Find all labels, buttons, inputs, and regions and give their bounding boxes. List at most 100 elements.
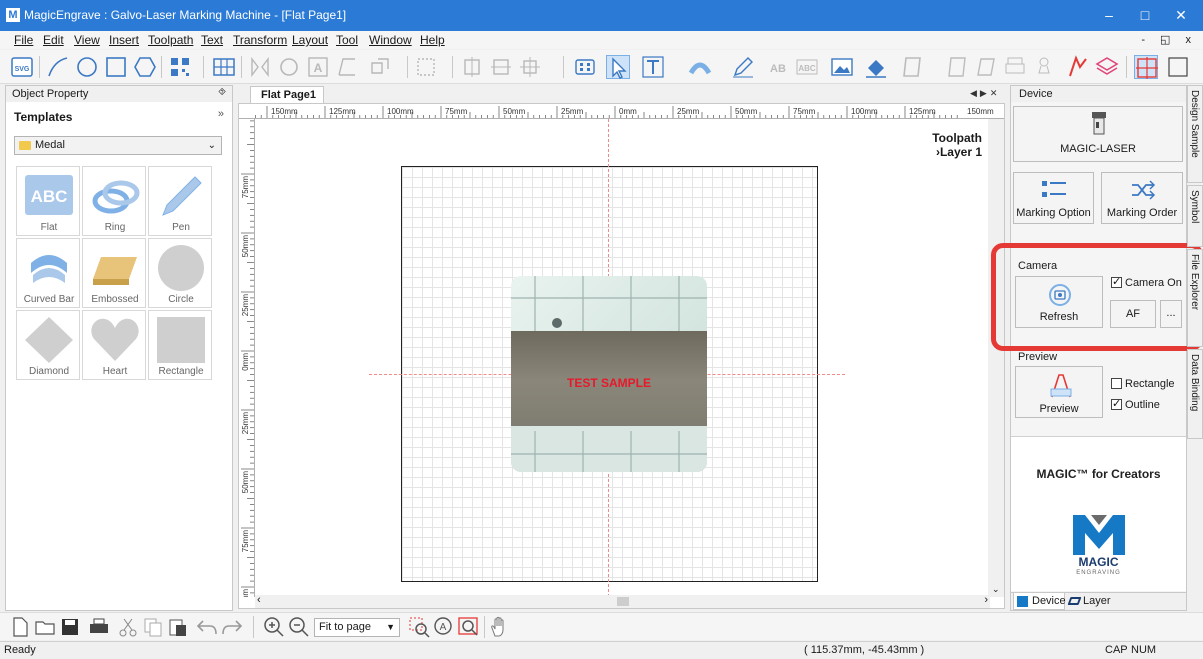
mirror-icon[interactable] <box>248 55 272 79</box>
tab-file-explorer[interactable]: File Explorer <box>1187 249 1203 347</box>
pen-draw-icon[interactable] <box>731 55 755 79</box>
redo-icon[interactable] <box>220 615 244 639</box>
template-heart[interactable]: Heart <box>82 310 146 380</box>
zoom-selection-icon[interactable] <box>407 615 431 639</box>
template-embossed[interactable]: Embossed <box>82 238 146 308</box>
document-nav-arrows[interactable]: ◀▶✕ <box>970 88 1000 99</box>
template-rectangle[interactable]: Rectangle <box>148 310 212 380</box>
menu-text[interactable]: Text <box>201 33 223 47</box>
tab-symbol[interactable]: Symbol <box>1187 185 1203 247</box>
scroll-right-icon[interactable]: › <box>984 594 988 606</box>
device-button[interactable]: MAGIC-LASER <box>1013 106 1183 162</box>
rotate-icon[interactable] <box>277 55 301 79</box>
menu-toolpath[interactable]: Toolpath <box>148 33 193 47</box>
fill-icon[interactable] <box>864 55 888 79</box>
grid-array-icon[interactable] <box>212 55 236 79</box>
menu-file[interactable]: File <box>14 33 33 47</box>
marking-order-button[interactable]: Marking Order <box>1101 172 1183 224</box>
template-circle[interactable]: Circle <box>148 238 212 308</box>
tab-device[interactable]: Device <box>1013 593 1066 610</box>
open-folder-icon[interactable] <box>33 615 57 639</box>
menu-help[interactable]: Help <box>420 33 445 47</box>
mdi-window-controls[interactable]: - ◱ x <box>1141 33 1197 46</box>
template-category-select[interactable]: Medal ⌄ <box>14 136 222 155</box>
tab-layer[interactable]: Layer <box>1067 593 1113 610</box>
ellipse-tool-icon[interactable] <box>75 55 99 79</box>
menu-edit[interactable]: Edit <box>43 33 64 47</box>
camera-sample-image[interactable]: TEST SAMPLE <box>511 276 707 472</box>
vertical-scrollbar[interactable]: ⌄ <box>988 119 1004 597</box>
line-tool-icon[interactable] <box>46 55 70 79</box>
align-center-icon[interactable] <box>489 55 513 79</box>
scroll-down-icon[interactable]: ⌄ <box>992 584 1000 595</box>
work-area[interactable]: TEST SAMPLE Toolpath ›Layer 1 <box>255 119 990 597</box>
pan-hand-icon[interactable] <box>488 615 512 639</box>
checkbox-checked-icon[interactable] <box>1111 397 1122 410</box>
menu-layout[interactable]: Layout <box>292 33 328 47</box>
zoom-text-icon[interactable]: A <box>432 615 456 639</box>
slant-frame-2-icon[interactable] <box>974 55 998 79</box>
outline-checkbox[interactable]: Outline <box>1111 397 1160 411</box>
menu-insert[interactable]: Insert <box>109 33 139 47</box>
document-tab[interactable]: Flat Page1 <box>250 86 324 103</box>
pin-icon[interactable]: ⯑ <box>218 87 226 98</box>
zoom-select[interactable]: Fit to page ▼ <box>314 618 400 637</box>
menu-transform[interactable]: Transform <box>233 33 287 47</box>
zoom-page-icon[interactable] <box>457 615 481 639</box>
zoom-out-icon[interactable] <box>287 615 311 639</box>
print-icon[interactable] <box>87 615 111 639</box>
distribute-icon[interactable] <box>518 55 542 79</box>
layers-icon[interactable] <box>1095 55 1119 79</box>
paste-icon[interactable] <box>166 615 190 639</box>
close-button[interactable]: ✕ <box>1158 0 1203 31</box>
undo-icon[interactable] <box>195 615 219 639</box>
slant-frame-icon[interactable] <box>945 55 969 79</box>
template-curved-bar[interactable]: Curved Bar <box>16 238 80 308</box>
new-file-icon[interactable] <box>8 615 32 639</box>
frame-icon[interactable] <box>900 55 924 79</box>
template-ring[interactable]: Ring <box>82 166 146 236</box>
tab-data-binding[interactable]: Data Binding <box>1187 349 1203 439</box>
qr-code-icon[interactable] <box>168 55 192 79</box>
group-icon[interactable] <box>414 55 438 79</box>
tab-design-sample[interactable]: Design Sample <box>1187 85 1203 183</box>
vector-red-icon[interactable] <box>1066 55 1090 79</box>
crosshair-guide-icon[interactable] <box>1134 55 1158 79</box>
align-left-icon[interactable] <box>460 55 484 79</box>
import-svg-icon[interactable]: SVG <box>10 55 34 79</box>
rectangle-tool-icon[interactable] <box>104 55 128 79</box>
window-frame-icon[interactable] <box>1166 55 1190 79</box>
scroll-left-icon[interactable]: ‹ <box>257 594 261 606</box>
image-icon[interactable] <box>830 55 854 79</box>
weld-icon[interactable] <box>368 55 392 79</box>
horizontal-scrollbar[interactable]: ‹ › <box>255 594 990 608</box>
rectangle-checkbox[interactable]: Rectangle <box>1111 378 1175 390</box>
menu-view[interactable]: View <box>74 33 100 47</box>
cut-icon[interactable] <box>116 615 140 639</box>
text-ab-icon[interactable]: AB <box>766 55 790 79</box>
polygon-tool-icon[interactable] <box>133 55 157 79</box>
template-flat[interactable]: ABC Flat <box>16 166 80 236</box>
collapse-icon[interactable]: » <box>218 108 224 120</box>
stamp-icon[interactable] <box>1032 55 1056 79</box>
zoom-in-icon[interactable] <box>262 615 286 639</box>
copy-icon[interactable] <box>141 615 165 639</box>
select-pointer-icon[interactable] <box>606 55 630 79</box>
template-pen[interactable]: Pen <box>148 166 212 236</box>
promo-box[interactable]: MAGIC™ for Creators MAGIC ENGRAVING <box>1011 436 1186 591</box>
menu-window[interactable]: Window <box>369 33 412 47</box>
scroll-thumb[interactable] <box>617 597 629 606</box>
text-tool-icon[interactable] <box>641 55 665 79</box>
arc-text-icon[interactable] <box>688 55 712 79</box>
text-frame-icon[interactable]: A <box>306 55 330 79</box>
menu-tool[interactable]: Tool <box>336 33 358 47</box>
marking-option-button[interactable]: Marking Option <box>1013 172 1094 224</box>
print-mark-icon[interactable] <box>1003 55 1027 79</box>
save-icon[interactable] <box>58 615 82 639</box>
preview-button[interactable]: Preview <box>1015 366 1103 418</box>
node-edit-icon[interactable] <box>573 55 597 79</box>
template-diamond[interactable]: Diamond <box>16 310 80 380</box>
shear-icon[interactable] <box>335 55 359 79</box>
text-abc-icon[interactable]: ABC <box>795 55 819 79</box>
checkbox-unchecked-icon[interactable] <box>1111 378 1122 389</box>
